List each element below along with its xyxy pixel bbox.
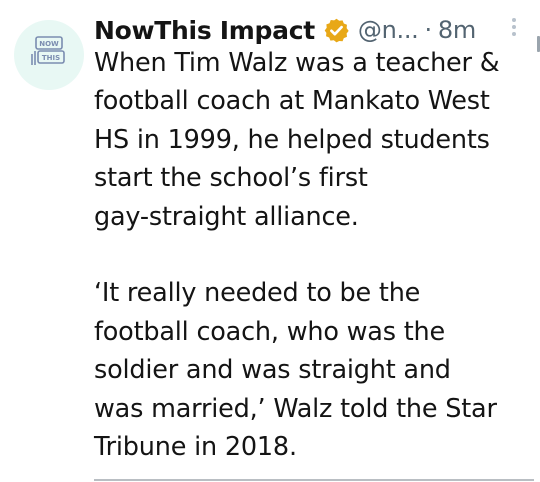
more-options-icon[interactable] bbox=[510, 16, 518, 40]
tweet-text-line: Tribune in 2018. bbox=[94, 432, 297, 463]
timestamp[interactable]: 8m bbox=[438, 16, 476, 44]
tweet-text-line: HS in 1999, he helped students bbox=[94, 124, 490, 155]
author-name[interactable]: NowThis Impact bbox=[94, 16, 315, 45]
tweet-text-line: ‘It really needed to be the bbox=[94, 278, 421, 309]
tweet-text-line: When Tim Walz was a teacher & bbox=[94, 48, 500, 78]
bottom-divider bbox=[94, 479, 534, 481]
nowthis-logo-icon: NOW THIS bbox=[31, 36, 65, 65]
tweet-text-line: soldier and was straight and bbox=[94, 355, 451, 386]
tweet-text: When Tim Walz was a teacher & football c… bbox=[94, 44, 534, 466]
tweet-text-line: football coach at Mankato West bbox=[94, 86, 490, 117]
avatar[interactable]: NOW THIS bbox=[14, 20, 84, 90]
author-handle[interactable]: @n... bbox=[358, 16, 419, 44]
logo-top-text: NOW bbox=[39, 40, 59, 48]
logo-bottom-text: THIS bbox=[42, 54, 60, 62]
verified-badge-icon bbox=[324, 18, 349, 42]
time-separator: · bbox=[424, 16, 433, 44]
tweet-text-line: football coach, who was the bbox=[94, 316, 445, 347]
tweet-text-line: start the school’s first bbox=[94, 163, 368, 194]
tweet-text-line: gay-straight alliance. bbox=[94, 201, 359, 232]
tweet-text-line: was married,’ Walz told the Star bbox=[94, 393, 497, 424]
